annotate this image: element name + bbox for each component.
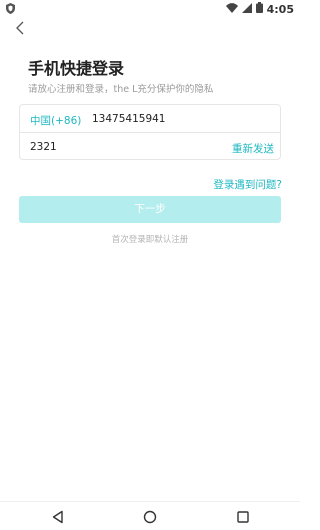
code-row: 2321 重新发送 <box>20 133 280 160</box>
next-step-button[interactable]: 下一步 <box>19 196 281 223</box>
page-title: 手机快捷登录 <box>28 59 125 78</box>
system-nav-bar <box>0 501 300 530</box>
chevron-left-icon <box>16 21 24 35</box>
back-button[interactable] <box>10 18 30 38</box>
resend-code-button[interactable]: 重新发送 <box>232 141 274 156</box>
recent-apps-square-icon[interactable] <box>236 509 250 523</box>
status-icons: 4:05 <box>225 2 294 16</box>
login-help-link[interactable]: 登录遇到问题? <box>213 177 282 192</box>
login-form-card: 中国(+86) 13475415941 2321 重新发送 <box>19 104 281 160</box>
home-circle-icon[interactable] <box>143 509 157 524</box>
shield-icon <box>6 3 15 17</box>
signal-icon <box>241 2 252 16</box>
status-time: 4:05 <box>266 2 294 16</box>
country-code-selector[interactable]: 中国(+86) <box>30 113 81 128</box>
phone-row: 中国(+86) 13475415941 <box>20 105 280 133</box>
status-bar: 4:05 <box>0 0 300 18</box>
wifi-icon <box>225 2 238 16</box>
battery-icon <box>255 2 263 16</box>
back-triangle-icon[interactable] <box>51 509 65 524</box>
phone-number-input[interactable]: 13475415941 <box>92 113 166 125</box>
auto-register-hint: 首次登录即默认注册 <box>111 235 189 245</box>
verification-code-input[interactable]: 2321 <box>30 141 57 153</box>
privacy-subtitle: 请放心注册和登录，the L充分保护你的隐私 <box>28 84 214 95</box>
